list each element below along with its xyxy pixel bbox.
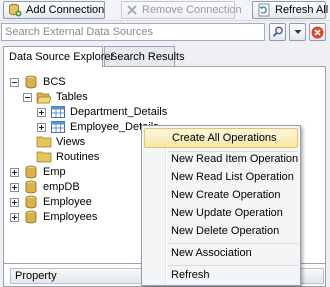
menu-item-label: New Update Operation — [171, 207, 283, 219]
tree-node-label: Emp — [43, 166, 66, 178]
expand-toggle[interactable] — [10, 167, 19, 177]
tree-node-label: Routines — [56, 151, 100, 163]
menu-item-new-association[interactable]: New Association — [144, 243, 298, 263]
menu-item-label: Create All Operations — [172, 132, 277, 144]
database-icon — [23, 180, 39, 194]
collapse-toggle[interactable] — [10, 77, 19, 87]
tab-search-results[interactable]: Search Results — [104, 46, 185, 66]
table-icon — [50, 105, 66, 119]
menu-item-new-read-list-operation[interactable]: New Read List Operation — [144, 167, 298, 187]
refresh-all-label: Refresh All — [275, 4, 329, 16]
expand-toggle[interactable] — [10, 197, 19, 207]
tab-data-source-explorer[interactable]: Data Source Explorer — [3, 46, 114, 67]
menu-item-new-delete-operation[interactable]: New Delete Operation — [144, 221, 298, 241]
toolbar: Add Connection Remove Connection Refresh… — [0, 0, 330, 21]
expand-toggle[interactable] — [10, 182, 19, 192]
expand-toggle[interactable] — [37, 122, 46, 132]
menu-item-create-all-operations[interactable]: Create All Operations — [144, 128, 298, 148]
menu-item-label: New Create Operation — [171, 189, 281, 201]
tree-node-label: Tables — [56, 91, 88, 103]
clear-icon — [311, 26, 324, 38]
remove-connection-button[interactable]: Remove Connection — [121, 1, 242, 19]
table-icon — [50, 120, 66, 134]
tree-node-label: empDB — [43, 181, 80, 193]
add-connection-label: Add Connection — [26, 4, 105, 16]
clear-search-button[interactable] — [309, 23, 326, 41]
tree-node-tables[interactable]: Tables — [23, 89, 88, 105]
tree-node-label: Department_Details — [70, 106, 168, 118]
menu-item-new-create-operation[interactable]: New Create Operation — [144, 185, 298, 205]
search-options-dropdown[interactable] — [289, 23, 306, 41]
database-icon — [23, 210, 39, 224]
menu-item-new-read-item-operation[interactable]: New Read Item Operation — [144, 149, 298, 169]
database-icon — [23, 165, 39, 179]
tree-node-label: BCS — [43, 76, 66, 88]
tab-label: Search Results — [110, 50, 185, 63]
refresh-icon — [257, 3, 271, 17]
search-row — [0, 22, 330, 42]
menu-item-label: New Read List Operation — [171, 171, 294, 183]
remove-icon — [126, 3, 138, 17]
tree-node-emp[interactable]: Emp — [10, 164, 66, 180]
add-connection-icon — [8, 3, 22, 17]
database-icon — [23, 75, 39, 89]
search-button[interactable] — [269, 23, 286, 41]
tree-node-label: Employee — [43, 196, 92, 208]
search-input[interactable] — [1, 23, 265, 41]
menu-item-new-update-operation[interactable]: New Update Operation — [144, 203, 298, 223]
explorer-tabs: Data Source Explorer Search Results — [0, 46, 330, 67]
tree-node-label: Views — [56, 136, 86, 148]
search-icon — [272, 26, 283, 37]
expand-toggle[interactable] — [10, 212, 19, 222]
tree-node-department-details[interactable]: Department_Details — [37, 104, 167, 120]
database-icon — [23, 195, 39, 209]
open-folder-icon — [36, 90, 52, 104]
add-connection-button[interactable]: Add Connection — [3, 1, 105, 19]
folder-icon — [36, 135, 52, 149]
tree-node-employee[interactable]: Employee — [10, 194, 92, 210]
folder-icon — [36, 150, 52, 164]
tree-node-empdb[interactable]: empDB — [10, 179, 80, 195]
tab-label: Data Source Explorer — [9, 51, 115, 63]
tree-node-employees[interactable]: Employees — [10, 209, 97, 225]
chevron-down-icon — [294, 30, 301, 34]
menu-item-refresh[interactable]: Refresh — [144, 265, 298, 285]
collapse-toggle[interactable] — [23, 92, 32, 102]
menu-item-label: New Association — [171, 247, 252, 259]
remove-connection-label: Remove Connection — [142, 4, 242, 16]
tree-node-label: Employees — [43, 211, 98, 223]
tree-node-routines[interactable]: Routines — [23, 149, 99, 165]
tree-node-views[interactable]: Views — [23, 134, 85, 150]
refresh-all-button[interactable]: Refresh All — [252, 1, 329, 19]
tree-node-bcs[interactable]: BCS — [10, 74, 66, 90]
menu-item-label: New Read Item Operation — [171, 153, 299, 165]
expand-toggle[interactable] — [37, 107, 46, 117]
menu-item-label: Refresh — [171, 269, 210, 281]
context-menu: Create All Operations New Read Item Oper… — [141, 125, 301, 286]
menu-item-label: New Delete Operation — [171, 225, 280, 237]
